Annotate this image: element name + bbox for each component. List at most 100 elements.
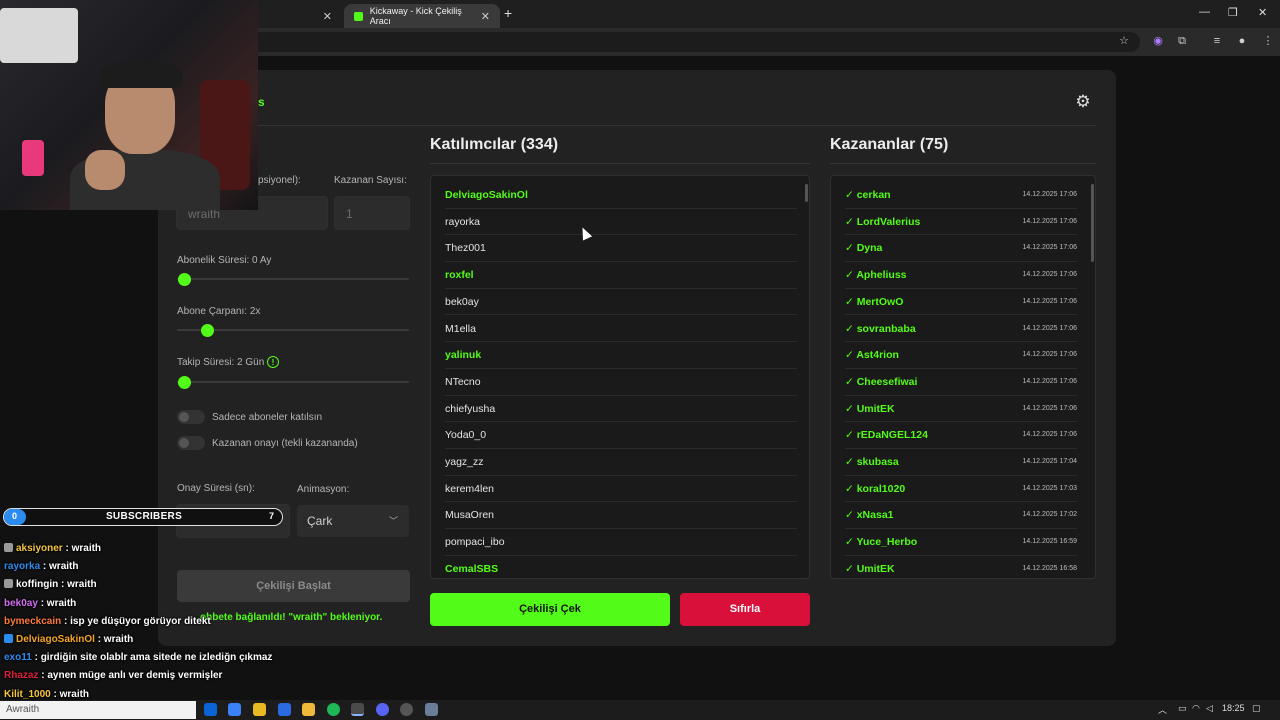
participants-list[interactable]: DelviagoSakinOl rayorka Thez001 roxfel bek0a… (430, 175, 810, 579)
winner-name: ✓ Apheliuss (845, 269, 907, 282)
winner-name: ✓ sovranbaba (845, 322, 916, 335)
participant-row: M1ella (445, 316, 797, 343)
winners-title: Kazananlar (75) (830, 136, 949, 153)
chat-username: koffingin (16, 579, 59, 591)
animation-select[interactable]: Çark ﹀ (297, 505, 409, 537)
subscription-slider[interactable] (177, 278, 409, 280)
taskbar-clock[interactable]: 18:25 (1222, 703, 1245, 713)
volume-icon[interactable]: ◁ (1206, 703, 1213, 714)
divider (830, 163, 1096, 164)
extension-icon[interactable]: ◉ (1151, 34, 1165, 48)
animation-value: Çark (307, 514, 333, 528)
chat-message: rayorka : wraith (4, 558, 424, 576)
headset (100, 62, 182, 88)
browser-tab-active[interactable]: Kickaway - Kick Çekiliş Aracı ✕ (344, 4, 500, 28)
chat-username: rayorka (4, 561, 41, 573)
follow-slider[interactable] (177, 381, 409, 383)
follow-label: Takip Süresi: 2 Gün (177, 357, 265, 368)
spotify-icon[interactable] (327, 703, 340, 716)
gear-icon[interactable]: ⚙ (1073, 92, 1093, 112)
chat-text: : wraith (62, 543, 102, 554)
participants-title: Katılımcılar (334) (430, 136, 559, 153)
follow-slider-thumb[interactable] (178, 376, 191, 389)
folder-icon[interactable] (302, 703, 315, 716)
minimize-button[interactable]: — (1199, 6, 1210, 18)
chat-badge-icon (4, 579, 13, 589)
winner-time: 14.12.2025 17:03 (1022, 484, 1078, 492)
animation-label: Animasyon: (297, 484, 350, 495)
winner-time: 14.12.2025 16:58 (1022, 564, 1078, 572)
chat-message: aksiyoner : wraith (4, 540, 424, 558)
wifi-icon[interactable]: ◠ (1192, 703, 1200, 714)
chat-text: : wraith (50, 688, 90, 700)
reset-button[interactable]: Sıfırla (680, 593, 810, 626)
close-icon[interactable]: ✕ (323, 10, 332, 23)
winner-time: 14.12.2025 17:04 (1022, 458, 1078, 465)
chat-text: : wraith (40, 561, 79, 573)
media-icon[interactable]: ≡ (1210, 34, 1224, 48)
brand-title: s (258, 95, 265, 109)
streamer-hand (85, 150, 125, 190)
winner-row: ✓ cerkan 14.12.2025 17:06 (845, 182, 1077, 209)
winner-name: ✓ Cheesefiwai (845, 375, 918, 388)
puzzle-icon[interactable]: ⧉ (1175, 34, 1189, 48)
taskbar-search[interactable]: Awraith (0, 701, 196, 719)
close-icon[interactable]: ✕ (481, 10, 490, 23)
winner-count-input[interactable]: 1 (334, 196, 410, 230)
participant-row: chiefyusha (445, 396, 797, 423)
mail-icon[interactable] (278, 703, 291, 716)
chat-message: exo11 : girdiğin site olablr ama sitede … (4, 649, 424, 667)
info-icon[interactable]: ! (267, 356, 279, 368)
participant-row: NTecno (445, 369, 797, 396)
profile-icon[interactable]: ● (1235, 34, 1249, 48)
winner-row: ✓ Cheesefiwai 14.12.2025 17:06 (845, 369, 1077, 396)
maximize-button[interactable]: ❐ (1228, 6, 1238, 19)
new-tab-button[interactable]: + (504, 5, 512, 21)
edge-icon[interactable] (204, 703, 217, 716)
winner-row: ✓ MertOwO 14.12.2025 17:06 (845, 289, 1077, 316)
winner-time: 14.12.2025 17:06 (1022, 217, 1078, 225)
winner-name: ✓ Dyna (845, 242, 883, 255)
tray-chevron-icon[interactable]: ︿ (1158, 703, 1167, 716)
chat-text: : aynen müge anlı ver demiş vermişler (38, 670, 223, 682)
winner-confirm-toggle[interactable] (177, 436, 205, 450)
winner-name: ✓ LordValerius (845, 215, 921, 228)
winner-row: ✓ sovranbaba 14.12.2025 17:06 (845, 316, 1077, 343)
winner-name: ✓ Yuce_Herbo (845, 536, 918, 549)
divider (430, 163, 810, 164)
participant-row: CemalSBS (445, 556, 797, 578)
discord-icon[interactable] (376, 703, 389, 716)
participants-scrollbar[interactable] (805, 184, 808, 202)
calculator-icon[interactable] (425, 703, 438, 716)
winner-time: 14.12.2025 17:06 (1022, 297, 1078, 305)
winners-scrollbar[interactable] (1091, 184, 1094, 262)
winners-list[interactable]: ✓ cerkan 14.12.2025 17:06 ✓ LordValerius 14… (830, 175, 1096, 579)
store-icon[interactable] (253, 703, 266, 716)
notification-icon[interactable]: ▢ (1252, 703, 1261, 714)
chrome-icon[interactable] (351, 703, 364, 716)
keyword-label: psiyonel): (258, 175, 301, 186)
winner-name: ✓ Ast4rion (845, 349, 899, 362)
obs-icon[interactable] (400, 703, 413, 716)
winner-name: ✓ skubasa (845, 456, 899, 468)
chevron-down-icon: ﹀ (388, 516, 398, 526)
winner-time: 14.12.2025 17:06 (1022, 324, 1078, 332)
chat-message: bek0ay : wraith (4, 595, 424, 613)
app-icon[interactable] (228, 703, 241, 716)
star-icon[interactable]: ☆ (1117, 34, 1131, 48)
chat-badge-icon (4, 633, 13, 643)
network-icon[interactable]: ▭ (1178, 703, 1187, 714)
winner-confirm-label: Kazanan onayı (tekli kazananda) (212, 438, 358, 449)
menu-icon[interactable]: ⋮ (1261, 34, 1275, 48)
winner-row: ✓ LordValerius 14.12.2025 17:06 (845, 209, 1077, 236)
multiplier-slider-thumb[interactable] (201, 324, 214, 337)
only-subs-toggle[interactable] (177, 410, 205, 424)
winner-count-label: Kazanan Sayısı: (334, 175, 407, 186)
winner-time: 14.12.2025 17:06 (1022, 404, 1078, 412)
winner-name: ✓ UmitEK (845, 402, 895, 415)
draw-winner-button[interactable]: Çekilişi Çek (430, 593, 670, 626)
window-close-button[interactable]: ✕ (1258, 6, 1267, 19)
subscription-slider-thumb[interactable] (178, 273, 191, 286)
winner-time: 14.12.2025 17:06 (1022, 244, 1078, 252)
winner-row: ✓ xNasa1 14.12.2025 17:02 (845, 502, 1077, 530)
